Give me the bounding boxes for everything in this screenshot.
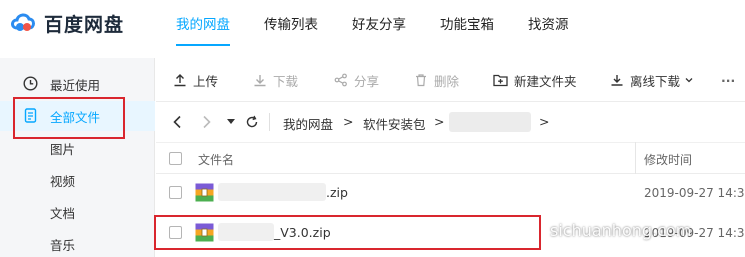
share-button[interactable]: 分享 bbox=[334, 58, 379, 102]
new-folder-icon bbox=[493, 74, 508, 87]
offline-download-icon bbox=[611, 75, 623, 86]
app-name: 百度网盘 bbox=[44, 13, 125, 36]
tab-my-drive[interactable]: 我的网盘 bbox=[176, 0, 230, 46]
upload-label: 上传 bbox=[193, 73, 219, 89]
sidebar-item-music[interactable]: 音乐 bbox=[0, 229, 155, 257]
breadcrumb-separator: > bbox=[539, 114, 550, 129]
new-folder-button[interactable]: 新建文件夹 bbox=[493, 58, 577, 102]
baidu-cloud-logo-icon bbox=[8, 8, 38, 38]
watermark: sichuanhong.com bbox=[550, 221, 692, 240]
file-modified-time: 2019-09-27 14:31 bbox=[644, 186, 745, 200]
app-logo[interactable]: 百度网盘 bbox=[8, 8, 124, 38]
sidebar: 最近使用 全部文件 图片 视频 文档 音乐 bbox=[0, 58, 155, 257]
dropdown-triangle-icon[interactable] bbox=[227, 119, 235, 125]
share-label: 分享 bbox=[354, 73, 380, 89]
sidebar-item-videos[interactable]: 视频 bbox=[0, 165, 155, 195]
file-row[interactable]: .zip 2019-09-27 14:31 bbox=[156, 174, 745, 212]
sidebar-item-recent[interactable]: 最近使用 bbox=[0, 69, 155, 99]
column-divider bbox=[635, 142, 636, 174]
column-header-modified[interactable]: 修改时间 bbox=[644, 151, 692, 168]
offline-download-button[interactable]: 离线下载 bbox=[610, 58, 694, 102]
clock-icon bbox=[23, 76, 38, 91]
upload-icon bbox=[174, 74, 186, 87]
new-folder-label: 新建文件夹 bbox=[514, 73, 577, 89]
toolbar: 上传 下载 分享 删除 新建文件夹 离线下载 ··· bbox=[156, 58, 745, 102]
tab-find-resources[interactable]: 找资源 bbox=[528, 0, 569, 46]
file-name-suffix[interactable]: .zip bbox=[326, 185, 348, 200]
breadcrumb-current-redacted[interactable] bbox=[449, 112, 531, 132]
sidebar-item-label: 文档 bbox=[50, 205, 76, 221]
tab-toolbox[interactable]: 功能宝箱 bbox=[440, 0, 494, 46]
upload-button[interactable]: 上传 bbox=[173, 58, 218, 102]
highlight-box-all-files bbox=[13, 97, 125, 139]
refresh-icon[interactable] bbox=[245, 115, 259, 129]
breadcrumb-root[interactable]: 我的网盘 bbox=[283, 114, 333, 133]
sidebar-item-label: 音乐 bbox=[50, 237, 76, 253]
download-icon bbox=[254, 75, 266, 87]
breadcrumb-separator: > bbox=[343, 114, 354, 129]
file-table-header: 文件名 修改时间 bbox=[156, 142, 745, 174]
delete-label: 删除 bbox=[434, 73, 460, 89]
trash-icon bbox=[416, 74, 426, 87]
top-header: 百度网盘 我的网盘 传输列表 好友分享 功能宝箱 找资源 bbox=[0, 0, 745, 58]
file-name-redacted bbox=[218, 183, 326, 201]
more-button[interactable]: ··· bbox=[721, 58, 735, 102]
delete-button[interactable]: 删除 bbox=[414, 58, 459, 102]
column-header-name[interactable]: 文件名 bbox=[198, 151, 234, 168]
chevron-down-icon bbox=[685, 78, 693, 83]
sidebar-item-label: 图片 bbox=[50, 141, 76, 157]
sidebar-item-label: 视频 bbox=[50, 173, 76, 189]
sidebar-item-documents[interactable]: 文档 bbox=[0, 197, 155, 227]
breadcrumb-folder[interactable]: 软件安装包 bbox=[363, 114, 426, 133]
back-arrow-icon[interactable] bbox=[172, 115, 182, 129]
tab-friend-share[interactable]: 好友分享 bbox=[352, 0, 406, 46]
zip-archive-icon bbox=[195, 183, 214, 202]
forward-arrow-icon[interactable] bbox=[202, 115, 212, 129]
main-nav: 我的网盘 传输列表 好友分享 功能宝箱 找资源 bbox=[176, 0, 603, 58]
tab-transfer-list[interactable]: 传输列表 bbox=[264, 0, 318, 46]
breadcrumb-divider bbox=[269, 113, 270, 131]
sidebar-item-label: 最近使用 bbox=[50, 77, 101, 93]
highlight-box-file-row bbox=[154, 215, 541, 250]
breadcrumb: 我的网盘 > 软件安装包 > > bbox=[156, 102, 745, 142]
row-checkbox[interactable] bbox=[169, 186, 182, 199]
select-all-checkbox[interactable] bbox=[169, 152, 182, 165]
breadcrumb-separator: > bbox=[434, 114, 445, 129]
download-button[interactable]: 下载 bbox=[253, 58, 298, 102]
offline-download-label: 离线下载 bbox=[630, 73, 681, 89]
download-label: 下载 bbox=[273, 73, 299, 89]
share-icon bbox=[334, 73, 347, 87]
